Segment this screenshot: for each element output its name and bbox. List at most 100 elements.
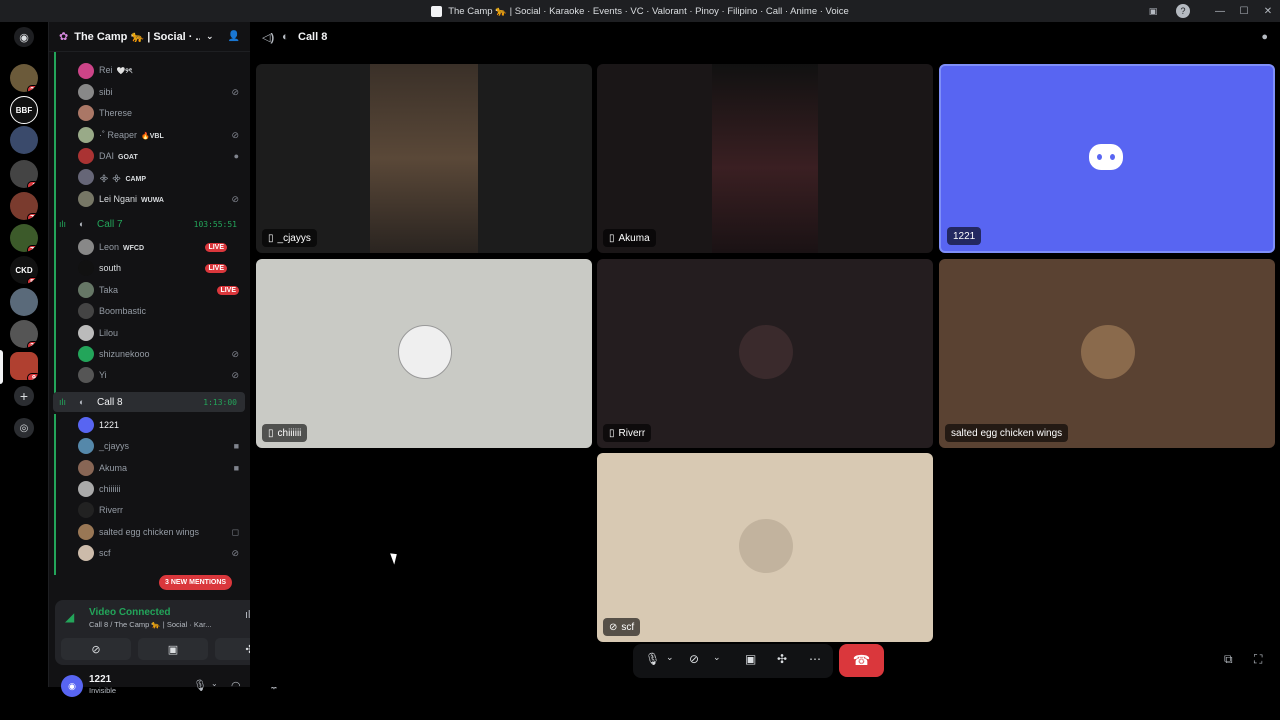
voice-member[interactable]: _cjayys ■ [49,436,251,456]
participant-tile[interactable]: ▯ Akuma [597,64,933,253]
mobile-icon: ▯ [268,232,274,244]
avatar[interactable]: ◉ [61,675,83,697]
avatar [739,325,793,379]
camera-off-button[interactable]: ⊘ [61,638,131,660]
close-button[interactable]: ✕ [1256,6,1280,17]
disconnect-button[interactable]: ☎ [839,644,884,677]
voice-channel-call-8[interactable]: ılı ◐ Call 8 1:13:00 [53,392,245,412]
server-icon-2[interactable]: BBF [10,96,38,124]
voice-location[interactable]: Call 8 / The Camp 🐆 | Social · Kar... [89,620,211,629]
participant-tile[interactable]: ⊘ scf [597,453,933,642]
member-name: Akuma [99,463,128,473]
participant-tile-self[interactable]: 1221 [939,64,1275,253]
server-icon-4[interactable]: 1 [10,160,38,188]
participant-name: ⊘ scf [603,618,641,636]
call-view: ◁) ◐ Call 8 ● ▯ _cjayys ▯ Akuma 1221 ▯ chii… [250,22,1280,687]
voice-member[interactable]: Rei 🤍୨ৎ [49,61,251,81]
voice-member[interactable]: chiiiiii [49,479,251,499]
member-name: Rei 🤍୨ৎ [99,65,133,75]
participant-tile[interactable]: ▯ Riverr [597,259,933,448]
voice-member[interactable]: Akuma ■ [49,458,251,478]
avatar [1081,325,1135,379]
selected-server-pill [0,350,3,384]
voice-active-icon: ılı [59,397,67,407]
server-rail: ◉ 26 BBF 1 71 79 CKD 54 30 9 + ◎ [0,22,48,687]
member-name: salted egg chicken wings [99,527,200,537]
voice-status[interactable]: Video Connected [89,607,171,618]
channel-sidebar: ✿ The Camp 🐆 | Social · ... ⌄ 👤 Rei 🤍୨ৎ s… [48,22,291,697]
voice-member[interactable]: Lilou [49,323,251,343]
server-icon-9[interactable]: 30 [10,320,38,348]
voice-member[interactable]: scf ⊘ [49,543,251,563]
participant-tile[interactable]: ▯ chiiiiii [256,259,592,448]
minimize-button[interactable]: — [1208,6,1232,17]
more-options-icon[interactable]: ⋯ [809,652,821,666]
voice-member[interactable]: shizunekooo ⊘ [49,344,251,364]
fullscreen-icon[interactable]: ⛶ [1254,652,1262,667]
participant-name: salted egg chicken wings [945,424,1069,442]
server-header[interactable]: ✿ The Camp 🐆 | Social · ... ⌄ 👤 [49,22,250,52]
user-name[interactable]: 1221 [89,674,111,685]
connection-signal-icon[interactable]: ◢ [65,610,74,624]
member-name: chiiiiii [99,484,121,494]
voice-member[interactable]: 1221 [49,415,251,435]
add-server-icon[interactable]: + [14,386,34,406]
voice-member[interactable]: ·˚ Reaper 🔥VBL ⊘ [49,125,251,145]
participant-tile[interactable]: ▯ _cjayys [256,64,592,253]
voice-member[interactable]: salted egg chicken wings ◻ [49,522,251,542]
voice-channel-call-7[interactable]: ılı ◐ Call 7 103:55:51 [53,214,245,234]
member-name: Lei Ngani WUWA [99,194,164,204]
voice-channel-icon: ◐ [79,219,85,229]
voice-member[interactable]: Riverr [49,500,251,520]
server-emblem-icon: ✿ [59,31,69,43]
server-icon-6[interactable]: 79 [10,224,38,252]
voice-member[interactable]: Leon WFCD LIVE [49,237,251,257]
chevron-down-icon[interactable]: ⌄ [211,679,218,688]
participant-tile[interactable]: salted egg chicken wings [939,259,1275,448]
microphone-icon[interactable]: 🎙 [193,679,207,692]
server-icon-camp[interactable]: 9 [10,352,38,380]
app-icon [431,5,443,17]
discord-logo-icon [1089,144,1123,170]
voice-member[interactable]: DAI GOAT ● [49,146,251,166]
chat-icon[interactable]: ● [1261,31,1268,43]
member-name: ᯽ ᯽ CAMP [99,172,147,183]
chevron-down-icon[interactable]: ⌄ [666,652,674,663]
maximize-button[interactable]: ☐ [1232,6,1256,17]
discover-icon[interactable]: ◎ [14,418,34,438]
server-icon-3[interactable] [10,126,38,154]
new-mentions-badge[interactable]: 3 NEW MENTIONS [159,575,233,590]
participant-name: 1221 [947,227,982,245]
inbox-icon[interactable]: ▣ [1146,4,1160,18]
screen-share-icon[interactable]: ▣ [745,652,756,666]
voice-member[interactable]: Therese [49,103,251,123]
discord-home-icon[interactable]: ◉ [14,27,34,47]
server-icon-7[interactable]: CKD 54 [10,256,38,284]
pop-out-icon[interactable]: ⧉ [1224,652,1233,667]
camera-off-icon[interactable]: ⊘ [689,652,699,666]
voice-member[interactable]: south LIVE [49,258,251,278]
help-icon[interactable]: ? [1176,4,1190,18]
call-duration: 103:55:51 [193,219,237,229]
screen-share-icon: ▣ [167,643,179,656]
member-name: shizunekooo [99,349,150,359]
member-name: Boombastic [99,306,147,316]
voice-member[interactable]: Yi ⊘ [49,365,251,385]
server-icon-5[interactable]: 71 [10,192,38,220]
voice-member[interactable]: Boombastic [49,301,251,321]
window-titlebar: The Camp 🐆 | Social · Karaoke · Events ·… [0,0,1280,22]
voice-member[interactable]: ᯽ ᯽ CAMP [49,167,251,187]
microphone-icon[interactable]: 🎙 [645,652,660,666]
activities-icon[interactable]: ✣ [777,652,787,666]
screen-share-button[interactable]: ▣ [138,638,208,660]
headphones-icon[interactable]: ◠ [231,679,241,692]
server-icon-8[interactable] [10,288,38,316]
voice-member[interactable]: sibi ⊘ [49,82,251,102]
chevron-down-icon[interactable]: ⌄ [713,652,721,663]
server-icon-1[interactable]: 26 [10,64,38,92]
avatar [398,325,452,379]
voice-member[interactable]: Taka LIVE [49,280,251,300]
invite-icon[interactable]: 👤 [228,31,240,42]
voice-member[interactable]: Lei Ngani WUWA ⊘ [49,189,251,209]
mobile-icon: ▯ [609,232,615,244]
